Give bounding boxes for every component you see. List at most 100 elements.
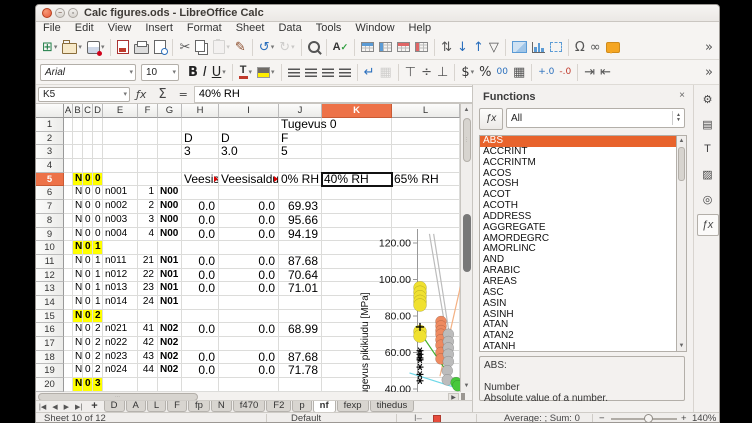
cell-B16[interactable]: N (73, 323, 83, 337)
cell-A2[interactable] (64, 132, 73, 146)
currency-button[interactable]: $▾ (459, 61, 476, 83)
cell-B17[interactable]: N (73, 337, 83, 351)
cell-F8[interactable]: 3 (138, 214, 158, 228)
cell-E11[interactable]: n011 (103, 255, 138, 269)
cell-I1[interactable] (219, 118, 279, 132)
cell-D14[interactable]: 1 (93, 296, 103, 310)
column-header-D[interactable]: D (93, 104, 103, 118)
cell-I12[interactable]: 0.0 (219, 269, 279, 283)
cell-A13[interactable] (64, 282, 73, 296)
cell-J1[interactable]: Tugevus 0 (279, 118, 322, 132)
cell-J8[interactable]: 95.66 (279, 214, 322, 228)
cell-G11[interactable]: N01 (158, 255, 182, 269)
add-sheet-button[interactable]: + (85, 401, 103, 412)
align-justify-button[interactable] (337, 61, 353, 83)
toolbar-overflow-button[interactable]: » (703, 36, 715, 58)
cell-B11[interactable]: N (73, 255, 83, 269)
document-modified-icon[interactable] (433, 415, 441, 423)
cell-C3[interactable] (83, 145, 93, 159)
cell-B13[interactable]: N (73, 282, 83, 296)
cell-H1[interactable] (182, 118, 219, 132)
sidebar-tab-styles-icon[interactable]: T (698, 139, 718, 159)
function-wizard-button[interactable]: ƒx (479, 108, 503, 130)
sort-ascending-button[interactable]: ↓ (455, 36, 470, 58)
row-header-18[interactable]: 18 (36, 351, 64, 365)
open-button[interactable]: ▾ (60, 36, 84, 58)
cell-B4[interactable] (73, 159, 83, 173)
row-header-13[interactable]: 13 (36, 282, 64, 296)
cell-J20[interactable] (279, 378, 322, 392)
cell-F9[interactable]: 4 (138, 228, 158, 242)
cell-D8[interactable]: 0 (93, 214, 103, 228)
sidebar-tab-sidebar-settings-icon[interactable]: ⚙ (698, 89, 718, 109)
cell-H6[interactable] (182, 186, 219, 200)
undo-button[interactable]: ↺▾ (257, 36, 276, 58)
cell-F17[interactable]: 42 (138, 337, 158, 351)
highlighting-color-dropdown-icon[interactable]: ▾ (271, 68, 275, 76)
menu-data[interactable]: Data (271, 22, 308, 35)
cell-F19[interactable]: 44 (138, 364, 158, 378)
cell-E18[interactable]: n023 (103, 351, 138, 365)
cell-H11[interactable]: 0.0 (182, 255, 219, 269)
cell-C10[interactable]: 0 (83, 241, 93, 255)
column-header-A[interactable]: A (64, 104, 73, 118)
function-list-scrollbar[interactable]: ▲ ▼ (676, 135, 687, 352)
scroll-down-icon[interactable]: ▼ (461, 381, 472, 391)
add-decimal-place-button[interactable]: +.0 (536, 61, 556, 83)
decrease-indent-button[interactable]: ⇤ (598, 61, 613, 83)
cell-G12[interactable]: N01 (158, 269, 182, 283)
cell-G10[interactable] (158, 241, 182, 255)
cell-B14[interactable]: N (73, 296, 83, 310)
menu-window[interactable]: Window (348, 22, 401, 35)
cut-button[interactable]: ✂ (177, 36, 192, 58)
cell-H18[interactable]: 0.0 (182, 351, 219, 365)
cell-C12[interactable]: 0 (83, 269, 93, 283)
sidebar-tab-functions-icon[interactable]: ƒx (697, 214, 719, 236)
cell-B9[interactable]: N (73, 228, 83, 242)
sidebar-tab-properties-icon[interactable]: ▤ (698, 114, 718, 134)
vertical-scrollbar-thumb[interactable]: ⋮ (463, 118, 471, 162)
sheet-tab-N[interactable]: N (211, 401, 232, 412)
cell-K6[interactable] (322, 186, 392, 200)
cell-I5[interactable]: Veesisaldus (219, 173, 279, 187)
cell-A16[interactable] (64, 323, 73, 337)
cell-I19[interactable]: 0.0 (219, 364, 279, 378)
cell-G5[interactable] (158, 173, 182, 187)
column-header-I[interactable]: I (219, 104, 279, 118)
list-scroll-up-icon[interactable]: ▲ (677, 136, 686, 146)
cell-J5[interactable]: 0% RH (279, 173, 322, 187)
copy-button[interactable] (193, 36, 210, 58)
column-header-K[interactable]: K (322, 104, 392, 118)
cell-F5[interactable] (138, 173, 158, 187)
function-item-asc[interactable]: ASC (480, 288, 684, 299)
clone-formatting-button[interactable]: ✎ (233, 36, 248, 58)
cell-A1[interactable] (64, 118, 73, 132)
cell-L4[interactable] (392, 159, 460, 173)
cell-D7[interactable]: 0 (93, 200, 103, 214)
sheet-tab-A[interactable]: A (126, 401, 146, 412)
cell-J16[interactable]: 68.99 (279, 323, 322, 337)
function-item-aggregate[interactable]: AGGREGATE (480, 223, 684, 234)
column-header-G[interactable]: G (158, 104, 182, 118)
function-item-asin[interactable]: ASIN (480, 299, 684, 310)
cell-H13[interactable]: 0.0 (182, 282, 219, 296)
cell-D9[interactable]: 0 (93, 228, 103, 242)
function-item-accrintm[interactable]: ACCRINTM (480, 158, 684, 169)
cell-D17[interactable]: 2 (93, 337, 103, 351)
row-header-3[interactable]: 3 (36, 145, 64, 159)
cell-B5[interactable]: N (73, 173, 83, 187)
category-stepper-icon[interactable]: ▲▼ (672, 111, 684, 125)
cell-E1[interactable] (103, 118, 138, 132)
title-bar[interactable]: − ▫ Calc figures.ods - LibreOffice Calc (36, 5, 719, 22)
cell-E7[interactable]: n002 (103, 200, 138, 214)
wrap-text-button[interactable]: ↵ (362, 61, 377, 83)
cell-B20[interactable]: N (73, 378, 83, 392)
cell-J17[interactable] (279, 337, 322, 351)
cell-E15[interactable] (103, 310, 138, 324)
cell-B19[interactable]: N (73, 364, 83, 378)
cell-B18[interactable]: N (73, 351, 83, 365)
cell-A10[interactable] (64, 241, 73, 255)
cell-I2[interactable]: D (219, 132, 279, 146)
cell-D4[interactable] (93, 159, 103, 173)
cell-I10[interactable] (219, 241, 279, 255)
